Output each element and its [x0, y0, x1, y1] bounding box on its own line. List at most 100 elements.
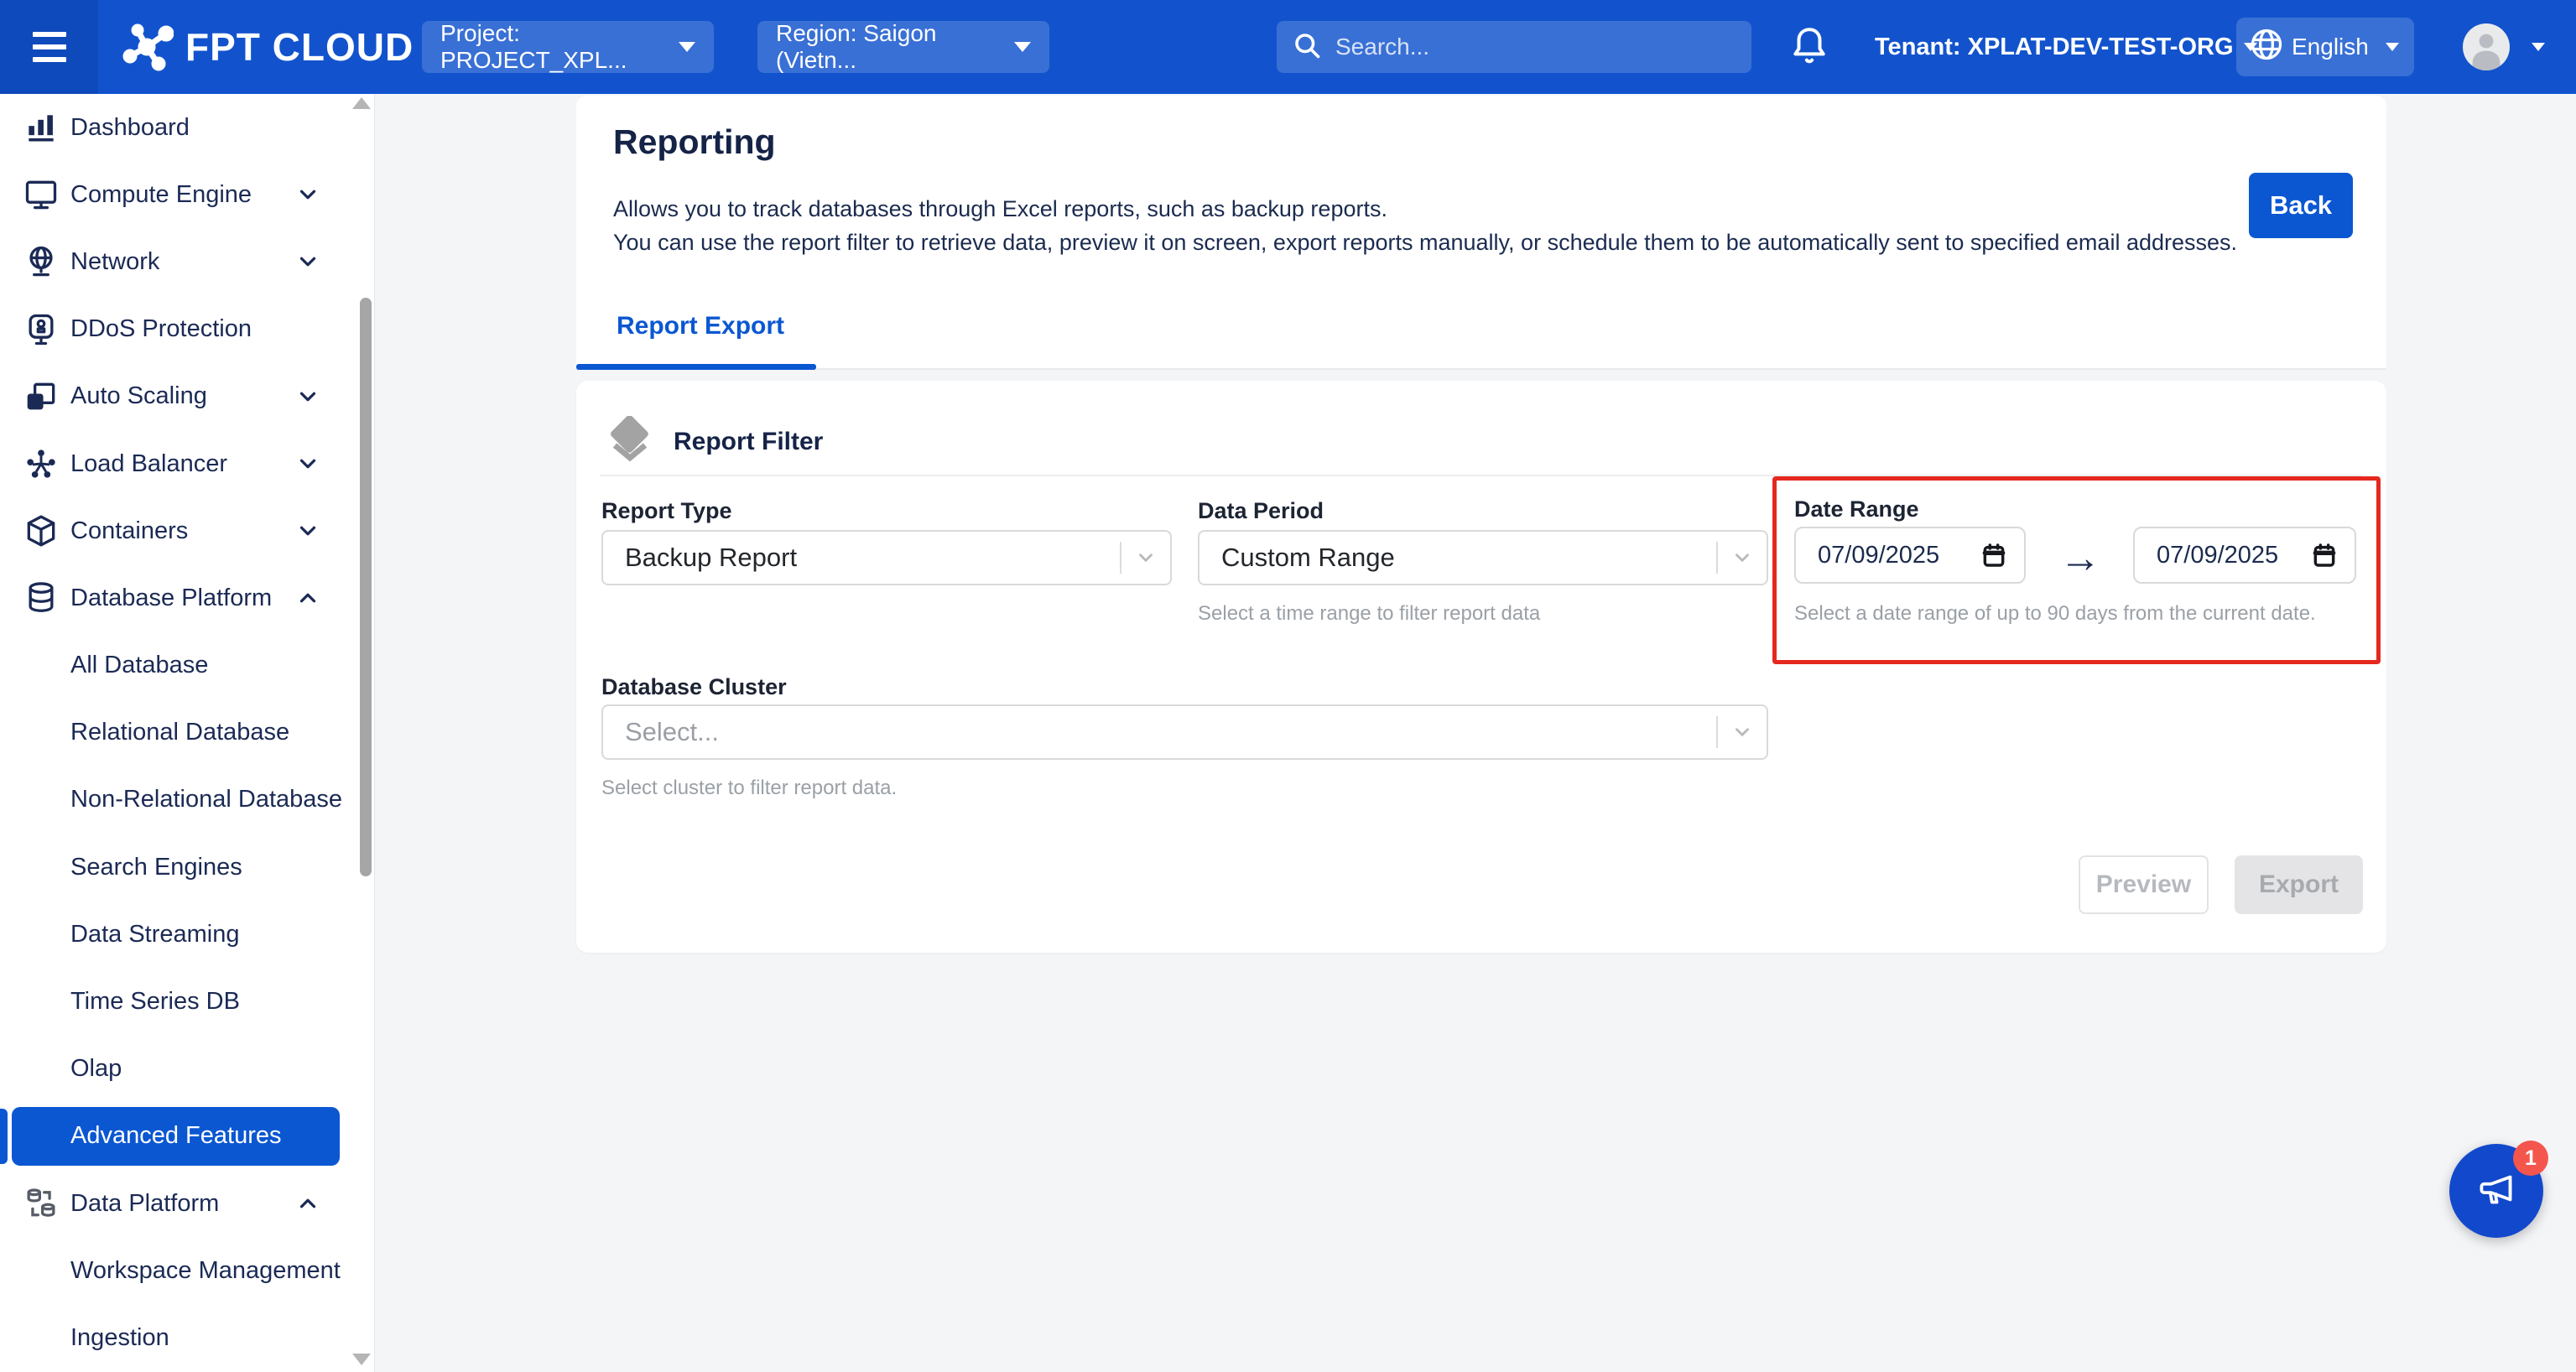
active-tab-indicator	[576, 364, 816, 370]
page-description-line1: Allows you to track databases through Ex…	[613, 196, 1387, 222]
sidebar-scroll-down-arrow[interactable]	[352, 1354, 371, 1365]
sidebar-item-containers[interactable]: Containers	[0, 497, 374, 564]
chevron-down-icon	[2386, 43, 2399, 51]
network-icon	[22, 242, 60, 281]
sidebar-item-label: DDoS Protection	[70, 315, 252, 343]
sidebar: Dashboard Compute Engine Network DDoS Prote…	[0, 94, 375, 1372]
database-cluster-select[interactable]: Select...	[601, 704, 1768, 760]
sidebar-item-label: Auto Scaling	[70, 382, 207, 410]
chevron-down-icon	[1718, 547, 1767, 569]
sidebar-item-label: Advanced Features	[70, 1122, 281, 1150]
megaphone-icon	[2472, 1165, 2521, 1218]
report-type-select[interactable]: Backup Report	[601, 530, 1172, 585]
date-range-helper: Select a date range of up to 90 days fro…	[1794, 602, 2316, 626]
user-menu[interactable]	[2463, 0, 2545, 94]
sidebar-item-relational-database[interactable]: Relational Database	[0, 699, 374, 767]
date-start-value: 07/09/2025	[1818, 542, 1939, 569]
tenant-label: Tenant: XPLAT-DEV-TEST-ORG	[1875, 34, 2234, 61]
dataplatform-icon	[22, 1184, 60, 1223]
sidebar-item-label: Load Balancer	[70, 450, 227, 478]
chevron-down-icon	[295, 182, 320, 207]
date-end-input[interactable]: 07/09/2025	[2133, 527, 2356, 584]
sidebar-item-label: Data Platform	[70, 1190, 219, 1218]
sidebar-item-time-series-db[interactable]: Time Series DB	[0, 968, 374, 1035]
page-description-line2: You can use the report filter to retriev…	[613, 230, 2237, 256]
sidebar-item-database-platform[interactable]: Database Platform	[0, 564, 374, 631]
language-label: English	[2292, 34, 2369, 60]
chevron-down-icon	[295, 384, 320, 409]
sidebar-scroll-up-arrow[interactable]	[352, 97, 371, 109]
sidebar-item-auto-scaling[interactable]: Auto Scaling	[0, 363, 374, 430]
sidebar-item-search-engines[interactable]: Search Engines	[0, 834, 374, 901]
global-search	[1277, 21, 1751, 73]
sidebar-item-ingestion[interactable]: Ingestion	[0, 1304, 374, 1371]
report-type-value: Backup Report	[625, 543, 797, 573]
database-cluster-helper: Select cluster to filter report data.	[601, 777, 897, 800]
chevron-up-icon	[295, 1191, 320, 1216]
date-start-input[interactable]: 07/09/2025	[1794, 527, 2026, 584]
database-cluster-placeholder: Select...	[625, 717, 719, 747]
data-period-label: Data Period	[1198, 498, 1324, 524]
sidebar-item-label: Dashboard	[70, 114, 190, 142]
brand-logo[interactable]: FPT CLOUD	[120, 0, 414, 94]
language-selector[interactable]: English	[2236, 18, 2414, 76]
report-filter-card: Report Filter Report Type Backup Report …	[576, 381, 2386, 953]
tab-report-export[interactable]: Report Export	[617, 312, 784, 340]
notification-badge: 1	[2513, 1141, 2548, 1176]
sidebar-item-label: Relational Database	[70, 719, 289, 746]
chevron-down-icon	[295, 451, 320, 476]
database-icon	[22, 579, 60, 617]
chevron-down-icon	[1718, 721, 1767, 743]
sidebar-item-ddos-protection[interactable]: DDoS Protection	[0, 296, 374, 363]
database-cluster-label: Database Cluster	[601, 674, 787, 700]
chevron-down-icon	[295, 249, 320, 274]
sidebar-item-load-balancer[interactable]: Load Balancer	[0, 430, 374, 497]
tenant-selector[interactable]: Tenant: XPLAT-DEV-TEST-ORG	[1875, 0, 2257, 94]
sidebar-scrollbar[interactable]	[360, 298, 372, 876]
containers-icon	[22, 512, 60, 550]
export-button[interactable]: Export	[2235, 855, 2363, 914]
preview-button[interactable]: Preview	[2079, 855, 2209, 914]
chevron-down-icon	[1014, 42, 1031, 52]
sidebar-item-non-relational-database[interactable]: Non-Relational Database	[0, 767, 374, 834]
date-end-value: 07/09/2025	[2157, 542, 2278, 569]
region-selector-label: Region: Saigon (Vietn...	[776, 20, 1014, 74]
search-input[interactable]	[1335, 34, 1736, 60]
globe-icon	[2248, 26, 2285, 69]
loadbalancer-icon	[22, 444, 60, 483]
sidebar-item-dashboard[interactable]: Dashboard	[0, 94, 374, 161]
project-selector[interactable]: Project: PROJECT_XPL...	[422, 21, 714, 73]
fpt-cloud-logo-icon	[120, 18, 174, 76]
sidebar-item-label: All Database	[70, 652, 208, 679]
sidebar-item-label: Data Streaming	[70, 921, 240, 948]
chevron-down-icon	[679, 42, 695, 52]
ddos-icon	[22, 310, 60, 349]
back-button[interactable]: Back	[2249, 173, 2353, 238]
hamburger-menu-button[interactable]	[0, 0, 98, 94]
sidebar-item-network[interactable]: Network	[0, 228, 374, 295]
autoscaling-icon	[22, 377, 60, 416]
sidebar-item-olap[interactable]: Olap	[0, 1036, 374, 1103]
sidebar-item-label: Time Series DB	[70, 988, 240, 1016]
chevron-down-icon	[2532, 43, 2545, 51]
page-title: Reporting	[613, 122, 776, 162]
layers-icon	[608, 416, 652, 467]
sidebar-item-workspace-management[interactable]: Workspace Management	[0, 1237, 374, 1304]
sidebar-item-all-database[interactable]: All Database	[0, 632, 374, 699]
sidebar-item-label: Ingestion	[70, 1324, 169, 1352]
calendar-icon[interactable]	[1980, 541, 2007, 569]
project-selector-label: Project: PROJECT_XPL...	[440, 20, 679, 74]
panel-title: Report Filter	[674, 428, 823, 456]
region-selector[interactable]: Region: Saigon (Vietn...	[757, 21, 1049, 73]
sidebar-item-compute-engine[interactable]: Compute Engine	[0, 161, 374, 228]
sidebar-item-label: Network	[70, 248, 159, 276]
notifications-bell-icon[interactable]	[1788, 23, 1830, 75]
brand-name: FPT CLOUD	[185, 24, 414, 70]
sidebar-item-advanced-features[interactable]: Advanced Features	[12, 1107, 340, 1166]
data-period-helper: Select a time range to filter report dat…	[1198, 602, 1540, 626]
data-period-select[interactable]: Custom Range	[1198, 530, 1768, 585]
sidebar-item-data-streaming[interactable]: Data Streaming	[0, 901, 374, 968]
sidebar-item-data-platform[interactable]: Data Platform	[0, 1170, 374, 1237]
calendar-icon[interactable]	[2311, 541, 2338, 569]
sidebar-item-label: Compute Engine	[70, 181, 252, 209]
